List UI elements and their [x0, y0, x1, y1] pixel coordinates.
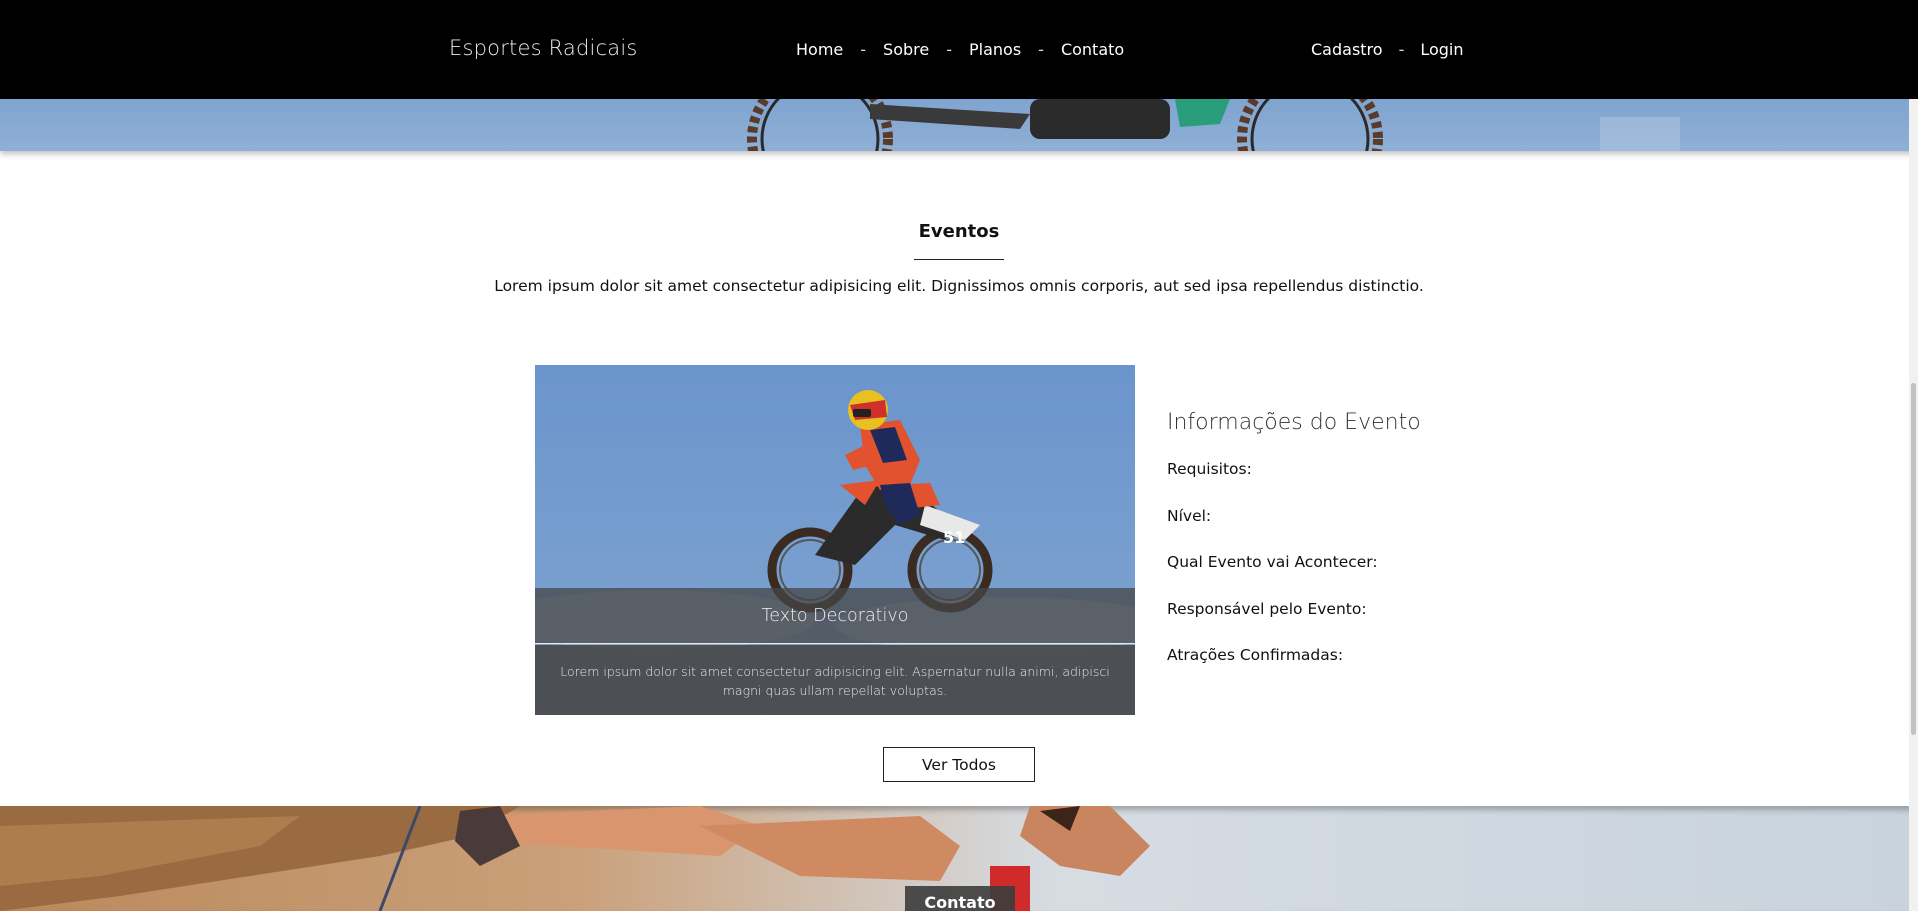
- info-item-responsavel: Responsável pelo Evento:: [1167, 599, 1367, 618]
- hero-banner-image: [0, 99, 1918, 151]
- title-underline-divider: [914, 259, 1004, 260]
- main-nav: Home - Sobre - Planos - Contato: [796, 40, 1124, 59]
- ver-todos-button[interactable]: Ver Todos: [883, 747, 1035, 782]
- nav-link-cadastro[interactable]: Cadastro: [1311, 40, 1383, 59]
- nav-separator: -: [1398, 40, 1405, 59]
- contato-section-label: Contato: [905, 886, 1015, 911]
- info-item-nivel: Nível:: [1167, 506, 1212, 525]
- top-navbar: Esportes Radicais Home - Sobre - Planos …: [0, 0, 1918, 99]
- nav-link-login[interactable]: Login: [1420, 40, 1463, 59]
- nav-separator: -: [860, 40, 867, 59]
- nav-link-planos[interactable]: Planos: [969, 40, 1021, 59]
- auth-nav: Cadastro - Login: [1311, 40, 1464, 59]
- nav-link-sobre[interactable]: Sobre: [883, 40, 929, 59]
- nav-separator: -: [946, 40, 952, 59]
- climbing-banner-image: Contato: [0, 806, 1918, 911]
- brand-logo-text[interactable]: Esportes Radicais: [449, 36, 638, 60]
- info-item-qual-evento: Qual Evento vai Acontecer:: [1167, 553, 1378, 571]
- bike-number-plate: 51: [943, 528, 965, 547]
- caption-text: Lorem ipsum dolor sit amet consectetur a…: [560, 664, 1110, 698]
- scrollbar-thumb[interactable]: [1911, 383, 1916, 735]
- event-card[interactable]: 51 Texto Decorativo Lorem ipsum dolor si…: [535, 365, 1135, 715]
- section-title: Eventos: [918, 221, 1000, 242]
- section-description: Lorem ipsum dolor sit amet consectetur a…: [494, 277, 1424, 295]
- nav-link-contato[interactable]: Contato: [1061, 40, 1124, 59]
- nav-separator: -: [1038, 40, 1044, 59]
- event-info-list: Requisitos: Nível: Qual Evento vai Acont…: [1167, 460, 1378, 693]
- info-item-atracoes: Atrações Confirmadas:: [1167, 646, 1344, 664]
- nav-link-home[interactable]: Home: [796, 40, 843, 59]
- page-scrollbar[interactable]: [1909, 0, 1918, 911]
- info-item-requisitos: Requisitos:: [1167, 460, 1252, 478]
- caption-title: Texto Decorativo: [761, 606, 909, 626]
- event-info-title: Informações do Evento: [1167, 410, 1421, 435]
